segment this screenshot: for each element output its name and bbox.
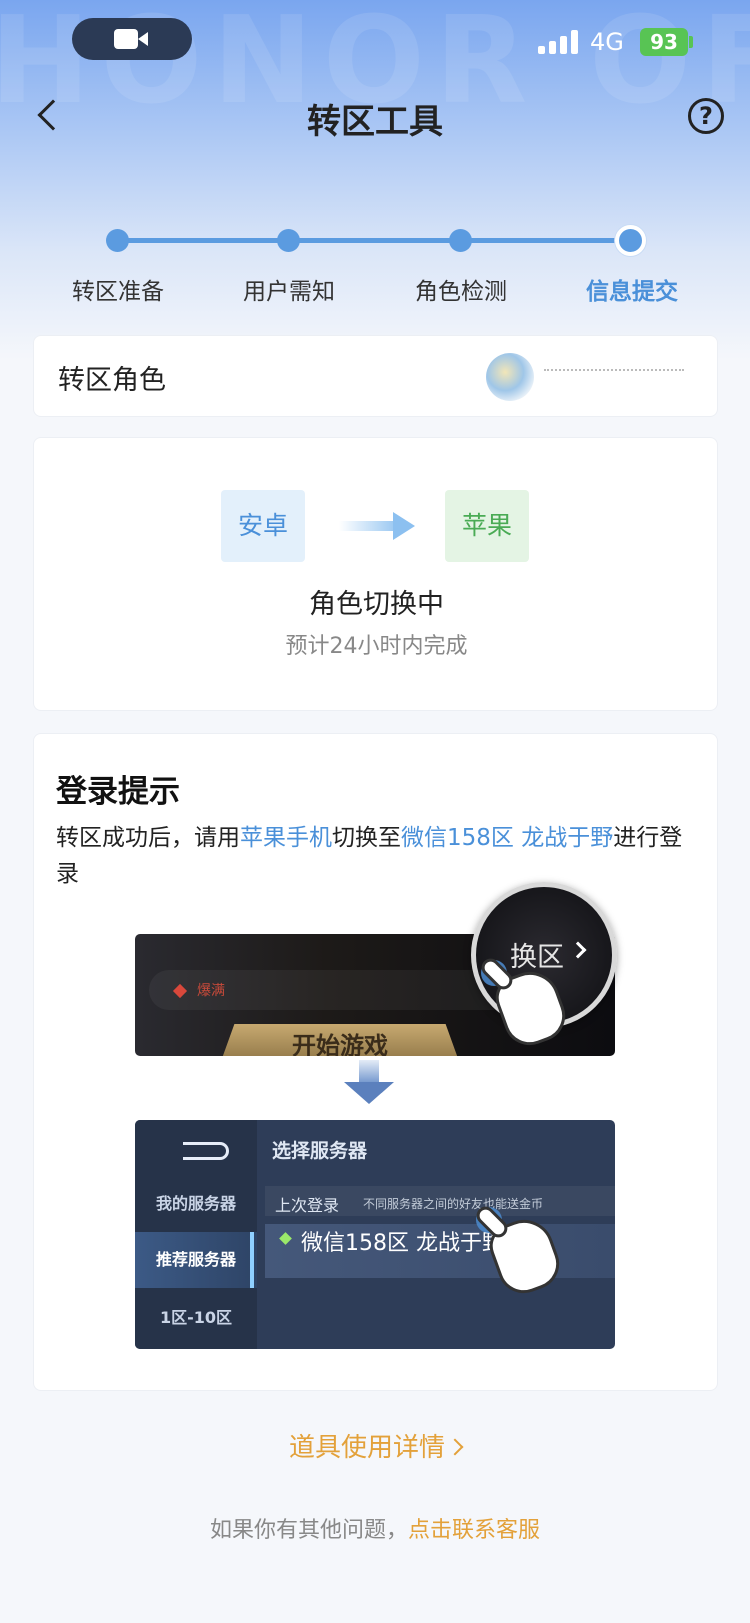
login-desc-mid: 切换至 [332, 825, 401, 851]
step-dot-current [615, 225, 646, 256]
step-label-notice: 用户需知 [243, 279, 335, 305]
footer-text: 如果你有其他问题， [209, 1518, 408, 1543]
item-usage-details-link[interactable]: 道具使用详情 [0, 1427, 750, 1464]
start-game-button-image: 开始游戏 [220, 1024, 460, 1056]
item-usage-details-label: 道具使用详情 [288, 1433, 445, 1463]
login-desc-prefix: 转区成功后，请用 [56, 825, 240, 851]
battery-tip [689, 36, 693, 48]
chevron-right-icon [569, 941, 587, 959]
select-server-title: 选择服务器 [272, 1140, 368, 1162]
transfer-role-card: 转区角色 [33, 335, 718, 417]
step-label-submit: 信息提交 [586, 279, 678, 305]
server-name: 微信158区 龙战于野 [301, 1231, 504, 1256]
nav-my-servers: 我的服务器 [155, 1194, 236, 1213]
navigation-bar: 转区工具 ? [0, 88, 750, 148]
arrow-right-icon [339, 512, 417, 540]
step-label-prepare: 转区准备 [72, 279, 164, 305]
server-status-tag: 爆满 [197, 983, 225, 999]
login-tip-card: 登录提示 转区成功后，请用苹果手机切换至微信158区 龙战于野进行登录 爆满 开… [33, 733, 718, 1391]
step-dot-2 [277, 229, 300, 252]
progress-stepper: 转区准备 用户需知 角色检测 信息提交 [0, 220, 750, 310]
page-title: 转区工具 [307, 102, 443, 142]
step-dot-1 [106, 229, 129, 252]
login-tip-description: 转区成功后，请用苹果手机切换至微信158区 龙战于野进行登录 [56, 820, 696, 892]
friends-note: 不同服务器之间的好友也能送金币 [363, 1197, 544, 1211]
source-platform-badge: 安卓 [221, 490, 305, 562]
platform-switch-card: 安卓 苹果 角色切换中 预计24小时内完成 [33, 437, 718, 711]
return-icon [183, 1142, 229, 1160]
chevron-right-icon-link [446, 1438, 464, 1456]
nav-recommended-servers: 推荐服务器 [135, 1232, 257, 1288]
nav-server-range: 1区-10区 [159, 1308, 233, 1327]
network-type: 4G [590, 28, 624, 56]
login-desc-device: 苹果手机 [240, 825, 332, 851]
help-icon[interactable]: ? [688, 98, 724, 134]
login-tip-title: 登录提示 [56, 774, 180, 810]
stepper-line [118, 238, 632, 243]
battery-icon: 93 [640, 28, 688, 56]
status-bar: 4G 93 [0, 0, 750, 80]
signal-icon [538, 30, 582, 54]
nav-selected-indicator [250, 1232, 254, 1288]
footer-help: 如果你有其他问题，点击联系客服 [0, 1512, 750, 1544]
target-platform-badge: 苹果 [445, 490, 529, 562]
step-dot-3 [449, 229, 472, 252]
switch-status: 角色切换中 [309, 589, 444, 620]
contact-support-link[interactable]: 点击联系客服 [408, 1518, 540, 1543]
role-name-redacted [544, 369, 684, 383]
last-login-label: 上次登录 [275, 1196, 340, 1215]
switch-eta: 预计24小时内完成 [285, 634, 468, 659]
video-camera-icon [114, 28, 150, 50]
login-desc-server: 微信158区 龙战于野 [401, 825, 614, 851]
arrow-down-icon [344, 1060, 394, 1108]
step-label-check: 角色检测 [415, 279, 507, 305]
screen-recording-indicator[interactable] [72, 18, 192, 60]
role-avatar [486, 353, 534, 401]
switch-server-label: 换区 [510, 942, 564, 973]
transfer-role-label: 转区角色 [58, 365, 166, 396]
